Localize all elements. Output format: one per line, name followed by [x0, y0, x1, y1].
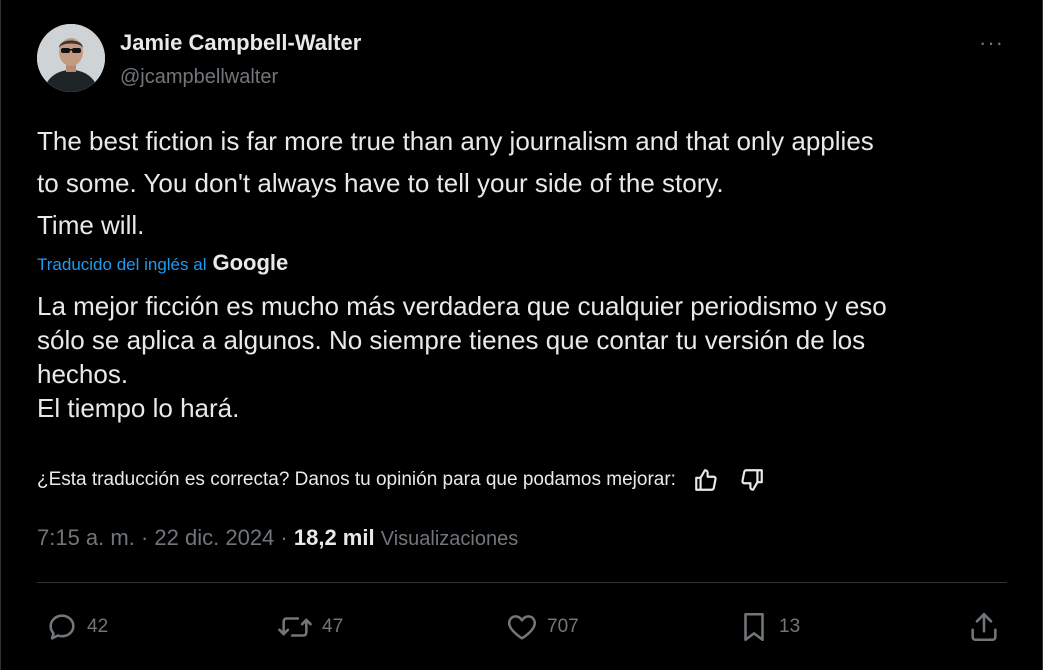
feedback-prompt: ¿Esta traducción es correcta? Danos tu o… — [37, 469, 676, 490]
original-line: The best fiction is far more true than a… — [37, 126, 874, 156]
translated-line: hechos. — [37, 359, 129, 389]
tweet-date[interactable]: 22 dic. 2024 — [154, 525, 274, 550]
original-line: Time will. — [37, 210, 145, 240]
action-bar: 42 47 707 13 — [1, 605, 1043, 649]
tweet-text-original: The best fiction is far more true than a… — [37, 120, 997, 246]
tweet-text-translated: La mejor ficción es mucho más verdadera … — [37, 289, 1017, 425]
reply-button[interactable]: 42 — [45, 605, 108, 649]
author-handle[interactable]: @jcampbellwalter — [120, 66, 278, 89]
more-icon[interactable]: ··· — [979, 30, 1004, 56]
reply-count: 42 — [87, 616, 109, 637]
repost-count: 47 — [322, 616, 344, 637]
meta-separator: · — [140, 525, 149, 550]
translated-line: La mejor ficción es mucho más verdadera … — [37, 291, 887, 321]
repost-icon — [278, 617, 312, 637]
bookmark-icon — [744, 612, 764, 642]
avatar-image — [37, 24, 105, 92]
like-count: 707 — [547, 616, 579, 637]
translation-feedback: ¿Esta traducción es correcta? Danos tu o… — [37, 465, 768, 495]
share-button[interactable] — [967, 605, 1001, 649]
views-count: 18,2 mil — [293, 525, 375, 550]
tweet-time[interactable]: 7:15 a. m. — [37, 525, 135, 550]
divider — [37, 582, 1007, 583]
meta-separator: · — [280, 525, 288, 550]
thumbs-down-icon[interactable] — [736, 465, 768, 495]
original-line: to some. You don't always have to tell y… — [37, 168, 724, 198]
tweet-meta: 7:15 a. m. · 22 dic. 2024 · 18,2 mil Vis… — [37, 525, 518, 551]
translation-link[interactable]: Traducido del inglés al — [37, 255, 206, 275]
thumbs-up-icon[interactable] — [690, 465, 722, 495]
translation-provider: Google — [212, 250, 289, 275]
like-icon — [507, 615, 537, 640]
translation-attribution: Traducido del inglés al Google — [37, 250, 288, 276]
like-button[interactable]: 707 — [505, 605, 579, 649]
views-label: Visualizaciones — [380, 528, 519, 550]
avatar[interactable] — [37, 24, 105, 92]
share-icon — [971, 612, 997, 642]
author-name[interactable]: Jamie Campbell-Walter — [120, 30, 361, 56]
bookmark-count: 13 — [779, 616, 801, 637]
tweet-card: Jamie Campbell-Walter @jcampbellwalter ·… — [0, 0, 1043, 670]
bookmark-button[interactable]: 13 — [737, 605, 800, 649]
translated-line: sólo se aplica a algunos. No siempre tie… — [37, 325, 866, 355]
translated-line: El tiempo lo hará. — [37, 393, 240, 423]
repost-button[interactable]: 47 — [276, 605, 343, 649]
reply-icon — [49, 614, 75, 640]
